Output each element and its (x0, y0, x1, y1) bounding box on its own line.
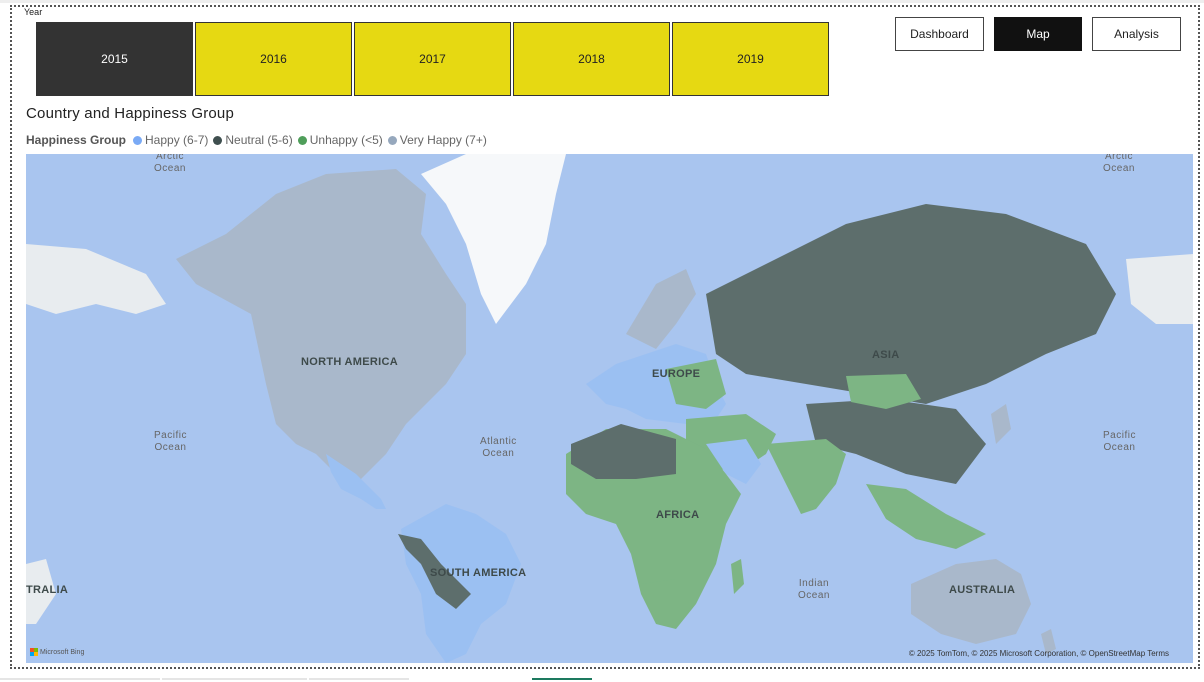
legend-label: Very Happy (7+) (399, 133, 487, 147)
arctic-ocean-right-label: Arctic Ocean (1103, 154, 1135, 175)
year-option-2017[interactable]: 2017 (354, 22, 511, 96)
map-title: Country and Happiness Group (26, 105, 235, 122)
legend-dot (387, 135, 397, 145)
page-tab-active[interactable] (532, 678, 592, 680)
label-text: Atlantic Ocean (480, 436, 517, 459)
legend-item-very-happy[interactable]: Very Happy (7+) (387, 133, 487, 147)
legend-label: Happy (6-7) (145, 133, 209, 147)
australia-label: AUSTRALIA (949, 584, 1016, 596)
legend-label: Neutral (5-6) (225, 133, 293, 147)
year-option-2018[interactable]: 2018 (513, 22, 670, 96)
region-india (766, 439, 846, 514)
label-text: Indian Ocean (798, 578, 830, 601)
arctic-ocean-left-label: Arctic Ocean (154, 154, 186, 175)
map-attribution[interactable]: © 2025 TomTom, © 2025 Microsoft Corporat… (909, 649, 1169, 658)
label-text: Arctic Ocean (154, 154, 186, 174)
microsoft-logo-icon (30, 648, 38, 656)
page-tabs (0, 672, 1204, 682)
map-button[interactable]: Map (994, 17, 1082, 51)
region-scandinavia (626, 269, 696, 349)
map-svg (26, 154, 1193, 663)
page-tab[interactable] (0, 678, 160, 680)
legend-item-happy[interactable]: Happy (6-7) (133, 133, 208, 147)
north-america-label: NORTH AMERICA (301, 356, 398, 368)
year-slicer[interactable]: 2015 2016 2017 2018 2019 (36, 22, 829, 96)
atlantic-ocean-label: Atlantic Ocean (480, 436, 517, 460)
region-australia (911, 559, 1031, 644)
year-option-2016[interactable]: 2016 (195, 22, 352, 96)
legend-item-unhappy[interactable]: Unhappy (<5) (297, 133, 383, 147)
legend-label: Unhappy (<5) (309, 133, 383, 147)
label-text: Pacific Ocean (1103, 430, 1136, 453)
region-russia (706, 204, 1116, 404)
page-tab[interactable] (309, 678, 409, 680)
legend-dot (133, 135, 143, 145)
region-east-asia-tip (1126, 254, 1193, 324)
region-japan (991, 404, 1011, 444)
label-text: Arctic Ocean (1103, 154, 1135, 174)
legend-dot (297, 135, 307, 145)
legend-item-neutral[interactable]: Neutral (5-6) (213, 133, 293, 147)
top-border (0, 0, 1204, 3)
legend-title: Happiness Group (26, 133, 127, 147)
region-south-america (401, 504, 521, 663)
region-madagascar (731, 559, 744, 594)
south-america-label: SOUTH AMERICA (430, 567, 527, 579)
pacific-ocean-right-label: Pacific Ocean (1103, 430, 1136, 454)
region-alaska (26, 244, 166, 314)
bing-logo: Microsoft Bing (30, 648, 84, 656)
indian-ocean-label: Indian Ocean (798, 578, 830, 602)
year-slicer-label: Year (24, 7, 43, 17)
world-map[interactable]: Arctic Ocean Arctic Ocean Pacific Ocean … (26, 154, 1193, 663)
analysis-button[interactable]: Analysis (1092, 17, 1181, 51)
year-option-2019[interactable]: 2019 (672, 22, 829, 96)
pacific-ocean-left-label: Pacific Ocean (154, 430, 187, 454)
dashboard-button[interactable]: Dashboard (895, 17, 984, 51)
label-text: Pacific Ocean (154, 430, 187, 453)
provider-text: Microsoft Bing (40, 648, 85, 656)
europe-label: EUROPE (652, 368, 701, 380)
asia-label: ASIA (872, 349, 900, 361)
year-option-2015[interactable]: 2015 (36, 22, 193, 96)
page-tab[interactable] (162, 678, 307, 680)
africa-label: AFRICA (656, 509, 700, 521)
region-southeast-asia (866, 484, 986, 549)
legend-dot (213, 135, 223, 145)
australia-left-label: TRALIA (26, 584, 69, 596)
region-north-america (176, 169, 466, 484)
map-legend: Happiness Group Happy (6-7) Neutral (5-6… (26, 133, 492, 147)
